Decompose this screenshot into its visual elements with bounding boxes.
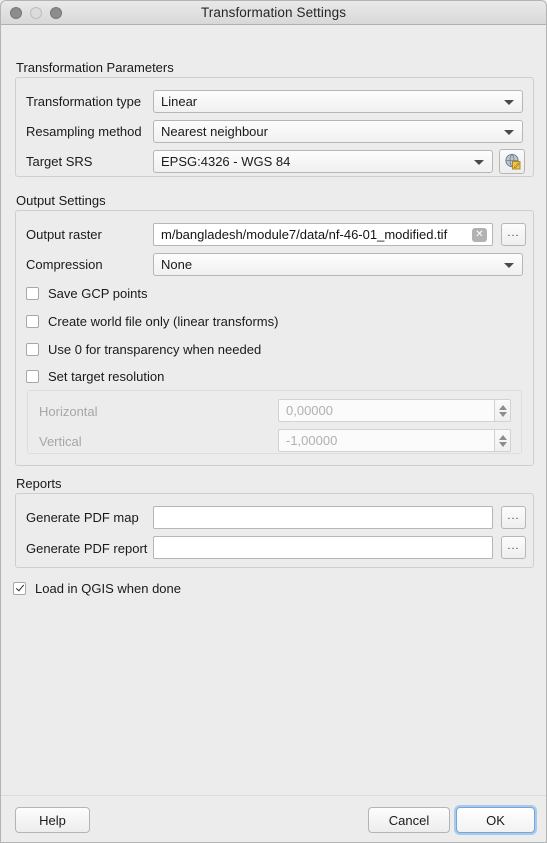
- clear-icon[interactable]: ✕: [472, 227, 487, 242]
- load-in-qgis-checkbox[interactable]: Load in QGIS when done: [13, 581, 181, 596]
- resampling-method-value: Nearest neighbour: [161, 124, 268, 139]
- horizontal-resolution-spinner[interactable]: 0,00000: [278, 399, 511, 422]
- load-in-qgis-label: Load in QGIS when done: [35, 581, 181, 596]
- generate-pdf-map-browse-button[interactable]: ...: [501, 506, 526, 529]
- generate-pdf-report-browse-button[interactable]: ...: [501, 536, 526, 559]
- target-srs-value: EPSG:4326 - WGS 84: [161, 154, 291, 169]
- help-button[interactable]: Help: [15, 807, 90, 833]
- spinner-down-icon[interactable]: [498, 411, 507, 417]
- dialog-footer: Help Cancel OK: [1, 795, 546, 842]
- generate-pdf-map-label: Generate PDF map: [26, 510, 139, 525]
- transformation-settings-dialog: Transformation Settings Transformation P…: [0, 0, 547, 843]
- transformation-type-select[interactable]: Linear: [153, 90, 523, 113]
- resampling-method-label: Resampling method: [26, 124, 142, 139]
- vertical-resolution-label: Vertical: [39, 434, 82, 449]
- set-target-resolution-label: Set target resolution: [48, 369, 165, 384]
- dialog-content: Transformation Parameters Transformation…: [1, 25, 546, 842]
- window-titlebar: Transformation Settings: [1, 1, 546, 25]
- globe-edit-icon: [504, 153, 520, 170]
- target-srs-label: Target SRS: [26, 154, 93, 169]
- chevron-down-icon: [474, 159, 484, 165]
- use-zero-transparency-checkbox[interactable]: Use 0 for transparency when needed: [26, 342, 261, 357]
- save-gcp-points-label: Save GCP points: [48, 286, 148, 301]
- compression-value: None: [161, 257, 193, 272]
- set-target-resolution-checkbox[interactable]: Set target resolution: [26, 369, 164, 384]
- generate-pdf-report-label: Generate PDF report: [26, 541, 148, 556]
- spinner-buttons[interactable]: [494, 429, 511, 452]
- select-crs-button[interactable]: [499, 149, 525, 174]
- close-button[interactable]: [10, 7, 22, 19]
- window-controls: [10, 7, 62, 19]
- checkbox-box: [13, 582, 26, 595]
- use-zero-transparency-label: Use 0 for transparency when needed: [48, 342, 262, 357]
- checkbox-box: [26, 343, 39, 356]
- spinner-up-icon[interactable]: [498, 404, 507, 410]
- checkbox-box: [26, 370, 39, 383]
- output-settings-heading: Output Settings: [16, 193, 106, 208]
- horizontal-resolution-value[interactable]: 0,00000: [278, 399, 494, 422]
- generate-pdf-map-input[interactable]: [153, 506, 493, 529]
- chevron-down-icon: [504, 99, 514, 105]
- compression-label: Compression: [26, 257, 103, 272]
- output-raster-label: Output raster: [26, 227, 102, 242]
- spinner-up-icon[interactable]: [498, 434, 507, 440]
- ok-button[interactable]: OK: [456, 807, 535, 833]
- create-world-file-only-label: Create world file only (linear transform…: [48, 314, 279, 329]
- window-title: Transformation Settings: [200, 5, 347, 20]
- output-raster-value: m/bangladesh/module7/data/nf-46-01_modif…: [161, 227, 448, 242]
- vertical-resolution-value[interactable]: -1,00000: [278, 429, 494, 452]
- spinner-buttons[interactable]: [494, 399, 511, 422]
- create-world-file-only-checkbox[interactable]: Create world file only (linear transform…: [26, 314, 278, 329]
- save-gcp-points-checkbox[interactable]: Save GCP points: [26, 286, 147, 301]
- resampling-method-select[interactable]: Nearest neighbour: [153, 120, 523, 143]
- transformation-type-value: Linear: [161, 94, 198, 109]
- transformation-parameters-heading: Transformation Parameters: [16, 60, 174, 75]
- maximize-button[interactable]: [50, 7, 62, 19]
- compression-select[interactable]: None: [153, 253, 523, 276]
- output-raster-input[interactable]: m/bangladesh/module7/data/nf-46-01_modif…: [153, 223, 493, 246]
- vertical-resolution-spinner[interactable]: -1,00000: [278, 429, 511, 452]
- reports-heading: Reports: [16, 476, 62, 491]
- chevron-down-icon: [504, 262, 514, 268]
- spinner-down-icon[interactable]: [498, 441, 507, 447]
- checkbox-box: [26, 315, 39, 328]
- checkbox-box: [26, 287, 39, 300]
- chevron-down-icon: [504, 129, 514, 135]
- horizontal-resolution-label: Horizontal: [39, 404, 98, 419]
- minimize-button[interactable]: [30, 7, 42, 19]
- output-raster-browse-button[interactable]: ...: [501, 223, 526, 246]
- target-srs-select[interactable]: EPSG:4326 - WGS 84: [153, 150, 493, 173]
- cancel-button[interactable]: Cancel: [368, 807, 450, 833]
- generate-pdf-report-input[interactable]: [153, 536, 493, 559]
- transformation-type-label: Transformation type: [26, 94, 142, 109]
